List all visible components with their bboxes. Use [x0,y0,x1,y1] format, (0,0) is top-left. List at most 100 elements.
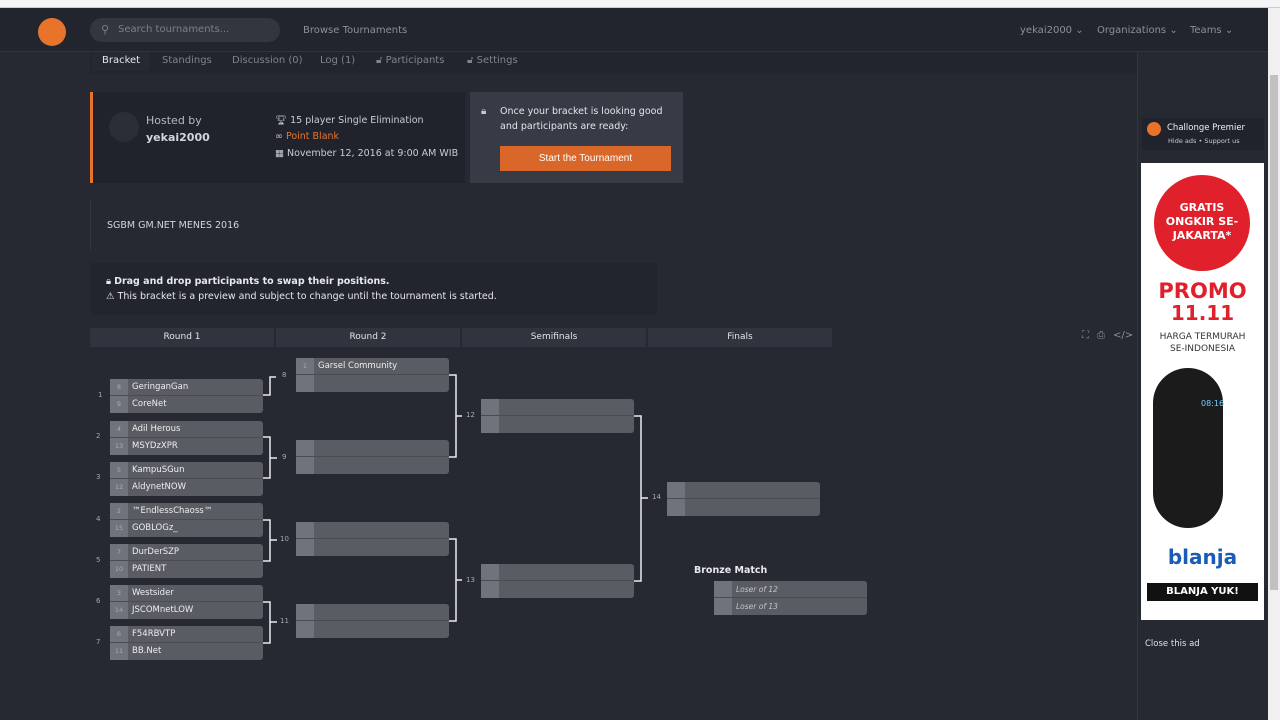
participant-slot[interactable]: 7 DurDerSZP [110,544,263,561]
seed: 9 [110,396,128,413]
participant-name: MSYDzXPR [132,441,178,451]
participant-slot[interactable]: 14 JSCOMnetLOW [110,602,263,619]
participant-name [685,499,689,516]
participant-slot[interactable]: 11 BB.Net [110,643,263,660]
participant-name: BB.Net [132,646,162,656]
participant-name [499,399,503,415]
match-number: 4 [96,515,101,523]
seed [296,621,314,638]
seed: 7 [110,544,128,560]
match[interactable] [296,604,449,638]
participant-slot[interactable] [481,581,634,598]
ad-promo: PROMO [1158,279,1247,303]
seed [481,564,499,580]
participant-slot[interactable] [296,457,449,474]
participant-slot: Loser of 13 [714,598,867,615]
ad-brand: blanja [1167,545,1238,569]
seed: 10 [110,561,128,578]
match[interactable] [667,482,820,516]
match-number: 3 [96,473,101,481]
match-number: 12 [466,411,475,419]
participant-slot[interactable] [296,522,449,539]
participant-name [314,621,318,638]
seed: 14 [110,602,128,619]
participant-slot[interactable]: 4 Adil Herous [110,421,263,438]
participant-name: ™EndlessChaoss™ [132,506,213,516]
participant-slot[interactable] [296,604,449,621]
participant-name: Garsel Community [318,361,398,371]
match[interactable]: 5 KampuSGun 12 AldynetNOW [110,462,263,496]
participant-name [499,564,503,580]
seed [296,375,314,392]
participant-slot[interactable]: 15 GOBLOGz_ [110,520,263,537]
participant-slot[interactable]: 12 AldynetNOW [110,479,263,496]
match[interactable]: 6 F54RBVTP 11 BB.Net [110,626,263,660]
participant-slot[interactable] [481,564,634,581]
match[interactable]: 8 GeringanGan 9 CoreNet [110,379,263,413]
match-number: 14 [652,493,661,501]
participant-slot[interactable]: 10 PATIENT [110,561,263,578]
participant-slot[interactable] [296,440,449,457]
participant-slot[interactable]: 3 Westsider [110,585,263,602]
ad-promo-date: 11.11 [1170,301,1235,325]
participant-slot[interactable] [667,482,820,499]
seed [296,522,314,538]
participant-slot[interactable]: 8 GeringanGan [110,379,263,396]
participant-name: KampuSGun [132,465,185,475]
participant-slot[interactable] [481,416,634,433]
seed: 6 [110,626,128,642]
match[interactable] [296,522,449,556]
premier-title: Challonge Premier [1167,123,1246,133]
participant-slot[interactable] [667,499,820,516]
seed: 11 [110,643,128,660]
challonge-premier-promo[interactable]: Challonge Premier Hide ads • Support us [1142,118,1264,150]
match[interactable]: 1 Garsel Community [296,358,449,392]
participant-name [314,539,318,556]
seed [481,416,499,433]
bronze-match[interactable]: Loser of 12 Loser of 13 [714,581,867,615]
participant-name: DurDerSZP [132,547,180,557]
participant-name: GeringanGan [132,382,189,392]
participant-name [314,440,318,456]
participant-slot: Loser of 12 [714,581,867,598]
match-number: 5 [96,556,101,564]
match[interactable]: 4 Adil Herous 13 MSYDzXPR [110,421,263,455]
match-number: 6 [96,597,101,605]
ad-badge: GRATIS ONGKIR SE-JAKARTA* [1154,175,1250,271]
participant-slot[interactable]: 9 CoreNet [110,396,263,413]
match[interactable]: 3 Westsider 14 JSCOMnetLOW [110,585,263,619]
advertisement[interactable]: GRATIS ONGKIR SE-JAKARTA* PROMO 11.11 HA… [1141,163,1264,620]
bronze-title: Bronze Match [694,565,768,576]
ad-tagline: HARGA TERMURAH SE-INDONESIA [1159,332,1246,354]
match[interactable]: 7 DurDerSZP 10 PATIENT [110,544,263,578]
participant-name [314,604,318,620]
match-number: 11 [280,617,289,625]
participant-slot[interactable] [296,621,449,638]
participant-slot[interactable]: 6 F54RBVTP [110,626,263,643]
match[interactable] [481,399,634,433]
match-number: 7 [96,638,101,646]
scrollbar-thumb[interactable] [1270,75,1278,590]
seed: 1 [296,358,314,374]
seed: 12 [110,479,128,496]
close-ad-link[interactable]: Close this ad [1145,639,1200,649]
participant-slot[interactable]: 13 MSYDzXPR [110,438,263,455]
match[interactable] [296,440,449,474]
participant-name: PATIENT [132,564,167,574]
premier-logo [1147,122,1161,136]
match[interactable] [481,564,634,598]
seed [667,482,685,498]
participant-name [499,416,503,433]
participant-slot[interactable]: 2 ™EndlessChaoss™ [110,503,263,520]
participant-name: AldynetNOW [132,482,187,492]
participant-slot[interactable]: 5 KampuSGun [110,462,263,479]
participant-slot[interactable] [296,375,449,392]
seed: 4 [110,421,128,437]
participant-slot[interactable] [296,539,449,556]
match-number: 1 [98,391,103,399]
participant-slot[interactable]: 1 Garsel Community [296,358,449,375]
participant-name: Adil Herous [132,424,181,434]
participant-slot[interactable] [481,399,634,416]
seed [296,457,314,474]
match[interactable]: 2 ™EndlessChaoss™ 15 GOBLOGz_ [110,503,263,537]
